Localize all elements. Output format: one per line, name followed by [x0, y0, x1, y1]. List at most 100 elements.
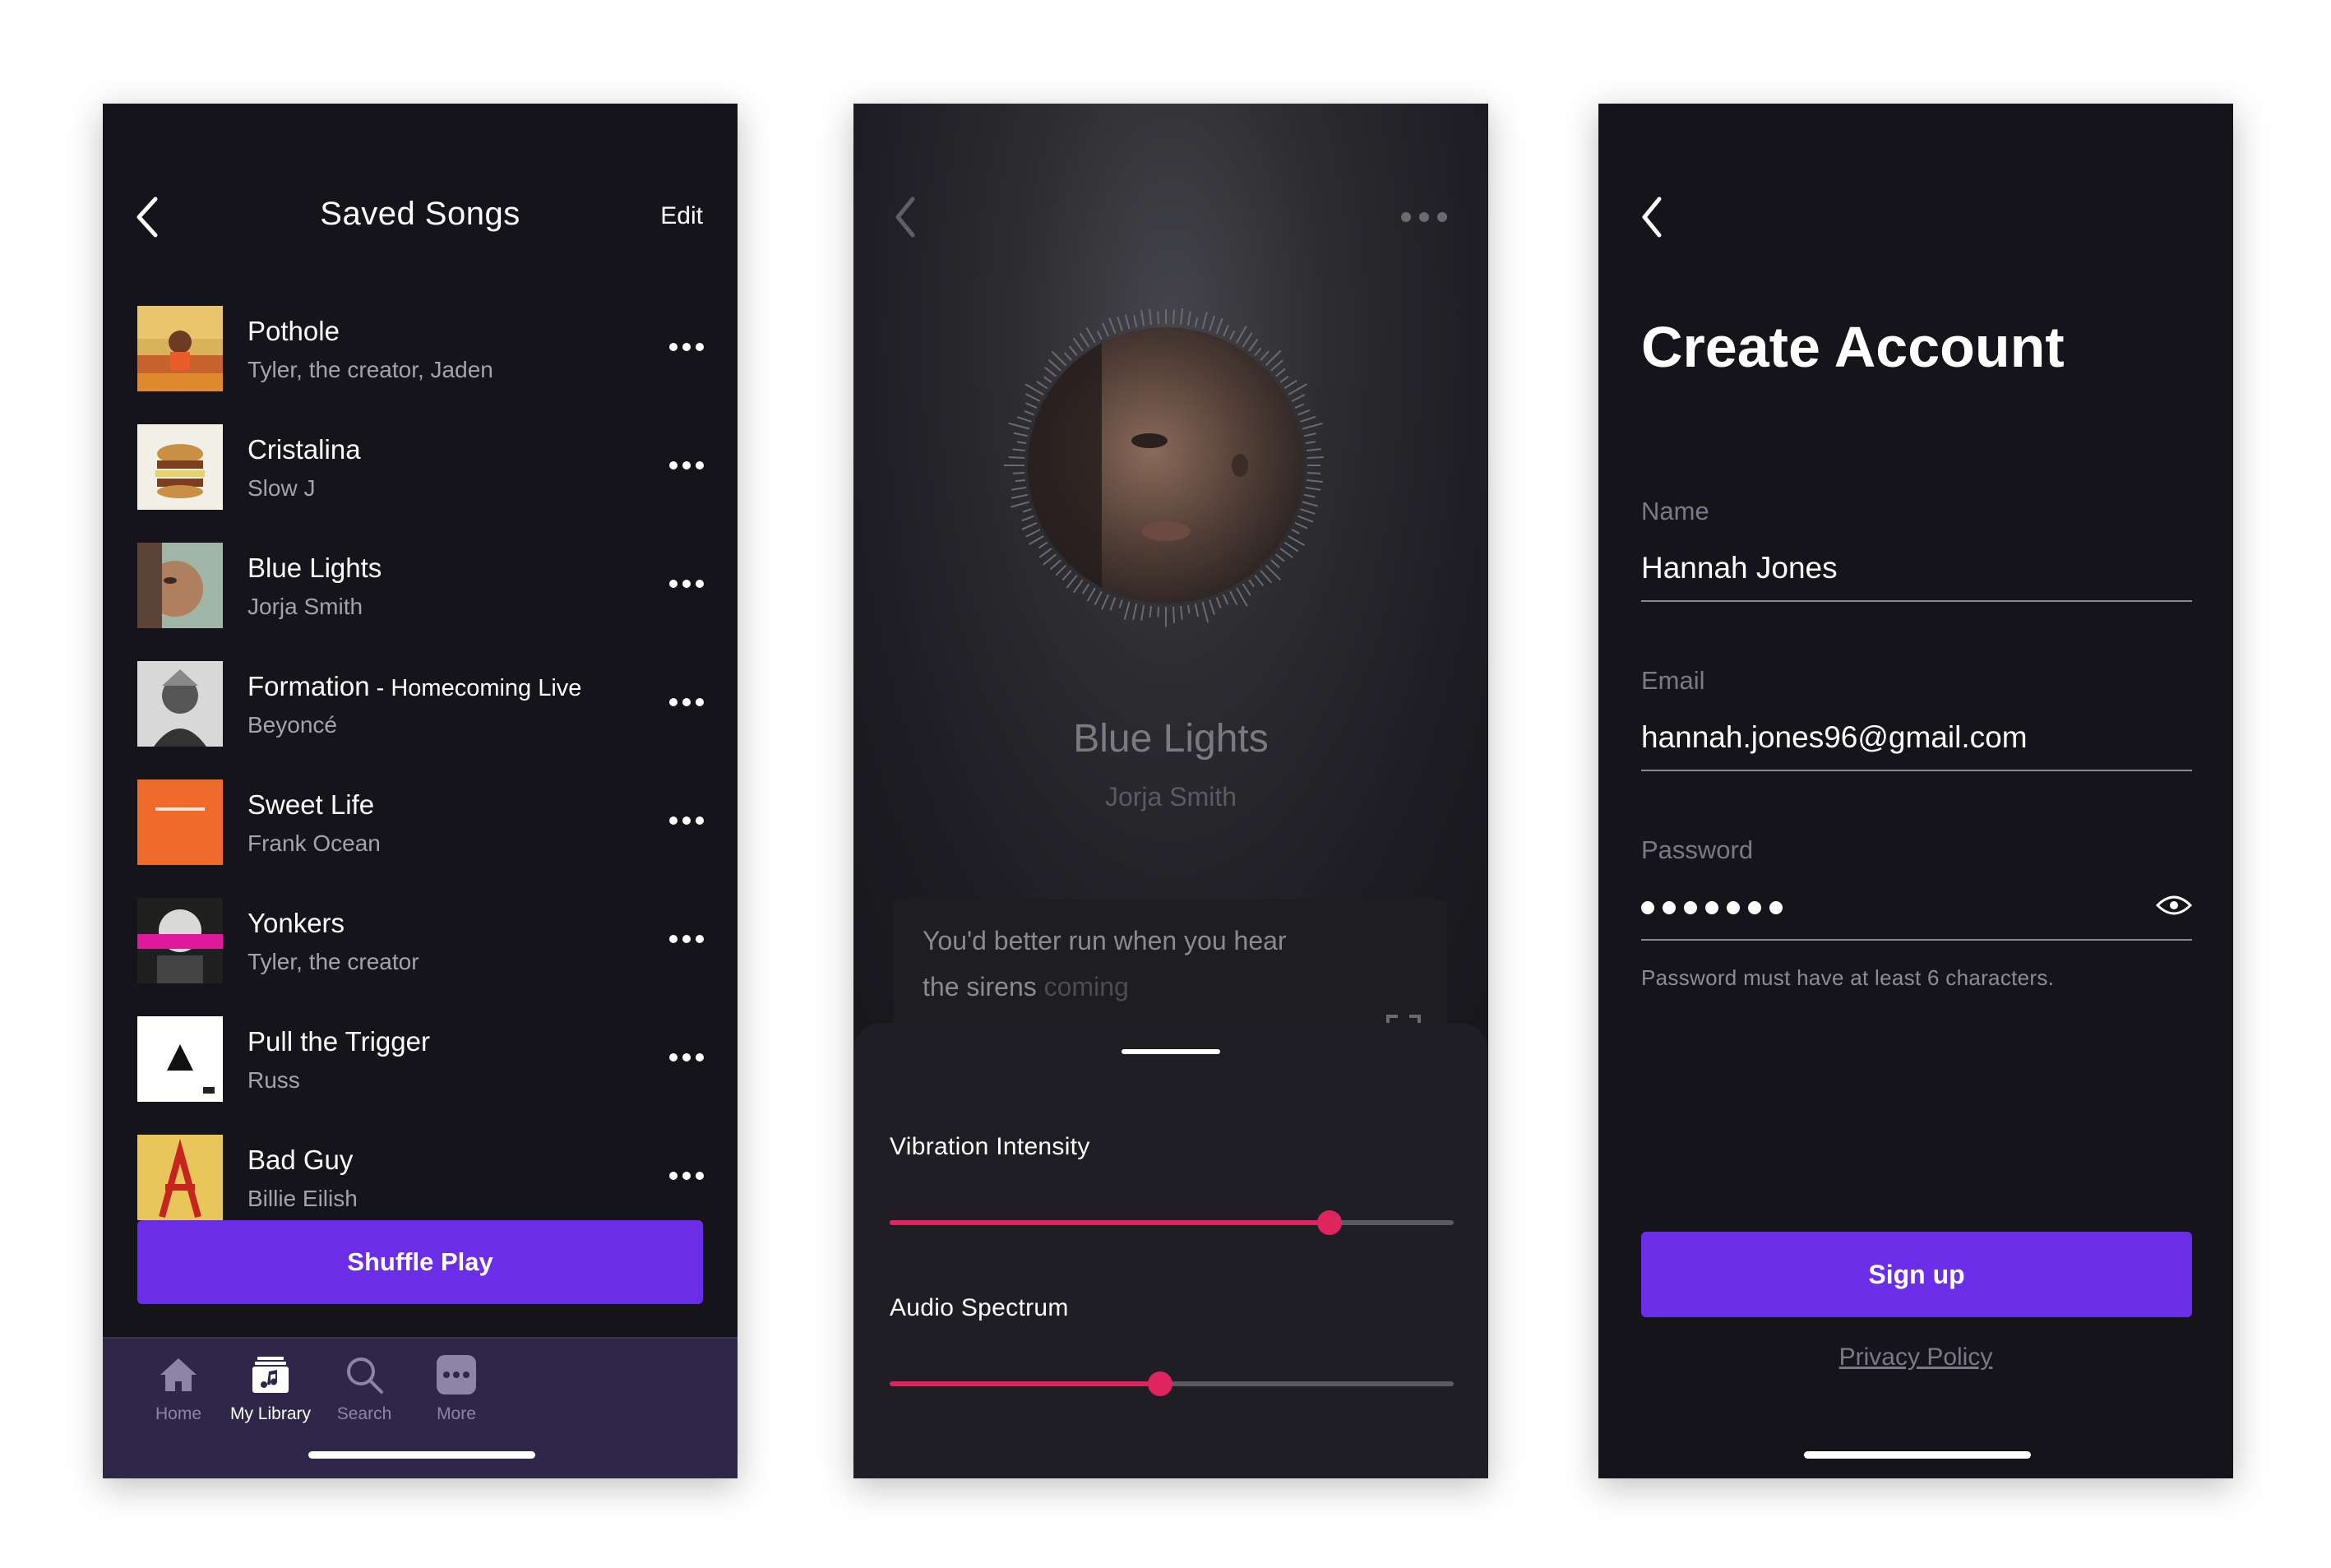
- spectrum-tick: [1283, 379, 1297, 390]
- password-dot: [1663, 901, 1676, 914]
- spectrum-tick: [1194, 317, 1199, 327]
- album-cover: [137, 1135, 223, 1220]
- home-indicator: [308, 1451, 535, 1459]
- lyrics-line: You'd better run when you hear: [923, 926, 1287, 955]
- sheet-handle[interactable]: [1122, 1049, 1220, 1054]
- song-row[interactable]: Blue Lights Jorja Smith: [137, 543, 705, 628]
- back-chevron-icon[interactable]: [1640, 194, 1664, 240]
- spectrum-tick: [1043, 376, 1052, 383]
- spectrum-tick: [1036, 381, 1048, 390]
- more-icon: [437, 1355, 476, 1395]
- spectrum-tick: [1288, 383, 1307, 395]
- song-artist: Beyoncé: [247, 712, 337, 738]
- spectrum-tick: [1025, 402, 1038, 409]
- song-row[interactable]: Sweet Life Frank Ocean: [137, 779, 705, 865]
- spectrum-tick: [1157, 606, 1159, 617]
- more-options-icon[interactable]: [668, 576, 705, 592]
- spectrum-tick: [1024, 410, 1034, 416]
- spectrum-tick: [1302, 422, 1323, 430]
- spectrum-tick: [1223, 324, 1229, 337]
- song-row[interactable]: Formation - Homecoming Live Beyoncé: [137, 661, 705, 747]
- spectrum-tick: [1085, 327, 1096, 344]
- spectrum-tick: [1048, 358, 1061, 372]
- more-options-icon[interactable]: [668, 812, 705, 829]
- song-row[interactable]: Pull the Trigger Russ: [137, 1016, 705, 1102]
- settings-sheet: Vibration Intensity Audio Spectrum: [853, 1023, 1488, 1478]
- tab-more[interactable]: More: [399, 1353, 514, 1424]
- spectrum-tick: [1288, 535, 1306, 547]
- spectrum-tick: [1072, 337, 1084, 352]
- password-dot: [1769, 901, 1783, 914]
- spectrum-tick: [1081, 583, 1090, 594]
- eye-icon[interactable]: [2156, 893, 2192, 918]
- song-artist: Jorja Smith: [1104, 782, 1237, 812]
- spectrum-tick: [1305, 486, 1321, 491]
- song-row[interactable]: Pothole Tyler, the creator, Jaden: [137, 306, 705, 391]
- spectrum-tick: [1179, 605, 1183, 620]
- slider-knob[interactable]: [1317, 1210, 1343, 1235]
- spectrum-tick: [1012, 448, 1026, 452]
- more-options-icon[interactable]: [668, 694, 705, 710]
- spectrum-tick: [1209, 599, 1215, 615]
- name-field[interactable]: Hannah Jones: [1641, 551, 1838, 585]
- more-options-icon[interactable]: [668, 339, 705, 355]
- tab-label: More: [437, 1404, 476, 1423]
- spectrum-tick: [1294, 522, 1308, 530]
- field-underline: [1641, 600, 2192, 602]
- spectrum-tick: [1109, 597, 1117, 611]
- song-title: Pull the Trigger: [247, 1026, 430, 1057]
- sign-up-button[interactable]: Sign up: [1641, 1232, 2192, 1317]
- album-cover: [137, 779, 223, 865]
- field-underline: [1641, 770, 2192, 771]
- spectrum-tick: [1021, 515, 1034, 522]
- password-field[interactable]: [1641, 901, 1791, 918]
- spectrum-tick: [1013, 432, 1028, 437]
- spectrum-tick: [1072, 579, 1084, 594]
- spectrum-tick: [1236, 587, 1248, 607]
- edit-button[interactable]: Edit: [660, 202, 703, 230]
- more-options-icon[interactable]: [1399, 209, 1449, 225]
- spectrum-tick: [1275, 553, 1285, 562]
- spectrum-tick: [1306, 479, 1323, 483]
- audio-spectrum-slider[interactable]: [890, 1371, 1454, 1396]
- song-artist: Billie Eilish: [247, 1186, 358, 1211]
- spectrum-tick: [1294, 403, 1304, 409]
- spectrum-tick: [1254, 347, 1262, 356]
- tab-bar: Home My Library Search More: [103, 1337, 738, 1478]
- slider-label: Audio Spectrum: [890, 1294, 1069, 1321]
- spectrum-tick: [1015, 479, 1026, 483]
- field-underline: [1641, 939, 2192, 941]
- song-row[interactable]: Bad Guy Billie Eilish: [137, 1135, 705, 1220]
- more-options-icon[interactable]: [668, 1168, 705, 1184]
- more-options-icon[interactable]: [668, 931, 705, 947]
- song-title: Cristalina: [247, 434, 361, 465]
- spectrum-tick: [1291, 394, 1306, 402]
- spectrum-tick: [1291, 529, 1300, 534]
- email-label: Email: [1641, 666, 1705, 695]
- spectrum-tick: [1022, 508, 1032, 513]
- album-art-disc: [1003, 308, 1324, 627]
- slider-label: Vibration Intensity: [890, 1133, 1090, 1160]
- vibration-intensity-slider[interactable]: [890, 1210, 1454, 1235]
- song-artist: Russ: [247, 1067, 300, 1093]
- spectrum-tick: [1270, 359, 1283, 372]
- song-title: Formation - Homecoming Live: [247, 671, 582, 701]
- slider-knob[interactable]: [1148, 1371, 1173, 1396]
- back-chevron-icon[interactable]: [893, 194, 918, 240]
- spectrum-tick: [1300, 508, 1316, 515]
- email-field[interactable]: hannah.jones96@gmail.com: [1641, 720, 2028, 755]
- name-label: Name: [1641, 497, 1709, 525]
- now-playing-screen: Blue Lights Jorja Smith You'd better run…: [853, 104, 1488, 1478]
- password-dot: [1705, 901, 1718, 914]
- spectrum-tick: [1283, 541, 1299, 553]
- spectrum-tick: [1254, 575, 1265, 586]
- more-options-icon[interactable]: [668, 1049, 705, 1066]
- more-options-icon[interactable]: [668, 457, 705, 474]
- song-row[interactable]: Cristalina Slow J: [137, 424, 705, 510]
- spectrum-tick: [1124, 314, 1131, 330]
- spectrum-tick: [1148, 308, 1153, 326]
- shuffle-play-button[interactable]: Shuffle Play: [137, 1220, 703, 1304]
- home-icon: [160, 1358, 197, 1391]
- song-row[interactable]: Yonkers Tyler, the creator: [137, 898, 705, 983]
- privacy-policy-link[interactable]: Privacy Policy: [1598, 1344, 2233, 1371]
